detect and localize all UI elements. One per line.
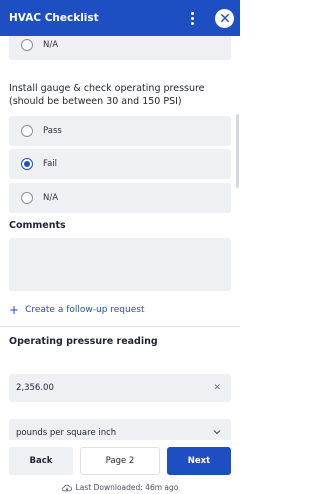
option-pass[interactable]: Pass (9, 116, 231, 146)
comments-label: Comments (9, 220, 66, 231)
more-options-icon[interactable] (185, 8, 199, 28)
radio-button-selected[interactable] (21, 158, 33, 170)
unit-select[interactable]: pounds per square inch (9, 419, 231, 440)
back-button[interactable]: Back (9, 447, 73, 475)
option-label: Pass (43, 126, 62, 136)
pressure-reading-input[interactable]: 2,356.00 ✕ (9, 374, 231, 402)
reading-label: Operating pressure reading (9, 336, 158, 347)
divider (0, 326, 240, 327)
radio-button[interactable] (21, 39, 33, 51)
clear-icon[interactable]: ✕ (213, 383, 221, 393)
cloud-download-icon (61, 484, 72, 491)
next-button[interactable]: Next (167, 447, 231, 475)
page-indicator[interactable]: Page 2 (80, 447, 160, 475)
create-followup-link[interactable]: + Create a follow-up request (9, 303, 145, 317)
scrollbar[interactable] (236, 114, 239, 188)
question-text: Install gauge & check operating pressure… (9, 83, 205, 107)
option-label: N/A (43, 193, 59, 203)
followup-label: Create a follow-up request (25, 305, 145, 315)
comments-field[interactable] (9, 238, 231, 291)
checklist-content[interactable]: N/A Install gauge & check operating pres… (0, 36, 240, 440)
close-icon (220, 14, 229, 22)
last-downloaded-status: Last Downloaded: 46m ago (0, 483, 240, 492)
app-header: HVAC Checklist (0, 0, 240, 36)
radio-button[interactable] (21, 125, 33, 137)
option-fail[interactable]: Fail (9, 149, 231, 179)
pressure-value: 2,356.00 (16, 383, 54, 393)
last-downloaded-text: Last Downloaded: 46m ago (75, 483, 179, 492)
plus-icon: + (9, 303, 20, 317)
option-label: N/A (43, 40, 59, 50)
unit-value: pounds per square inch (16, 428, 117, 438)
radio-button[interactable] (21, 192, 33, 204)
footer: Back Page 2 Next Last Downloaded: 46m ag… (0, 440, 240, 494)
option-na[interactable]: N/A (9, 183, 231, 213)
option-na-previous[interactable]: N/A (9, 36, 231, 60)
page-title: HVAC Checklist (9, 12, 99, 24)
close-button[interactable] (215, 8, 234, 28)
chevron-down-icon (213, 428, 221, 438)
option-label: Fail (43, 159, 58, 169)
